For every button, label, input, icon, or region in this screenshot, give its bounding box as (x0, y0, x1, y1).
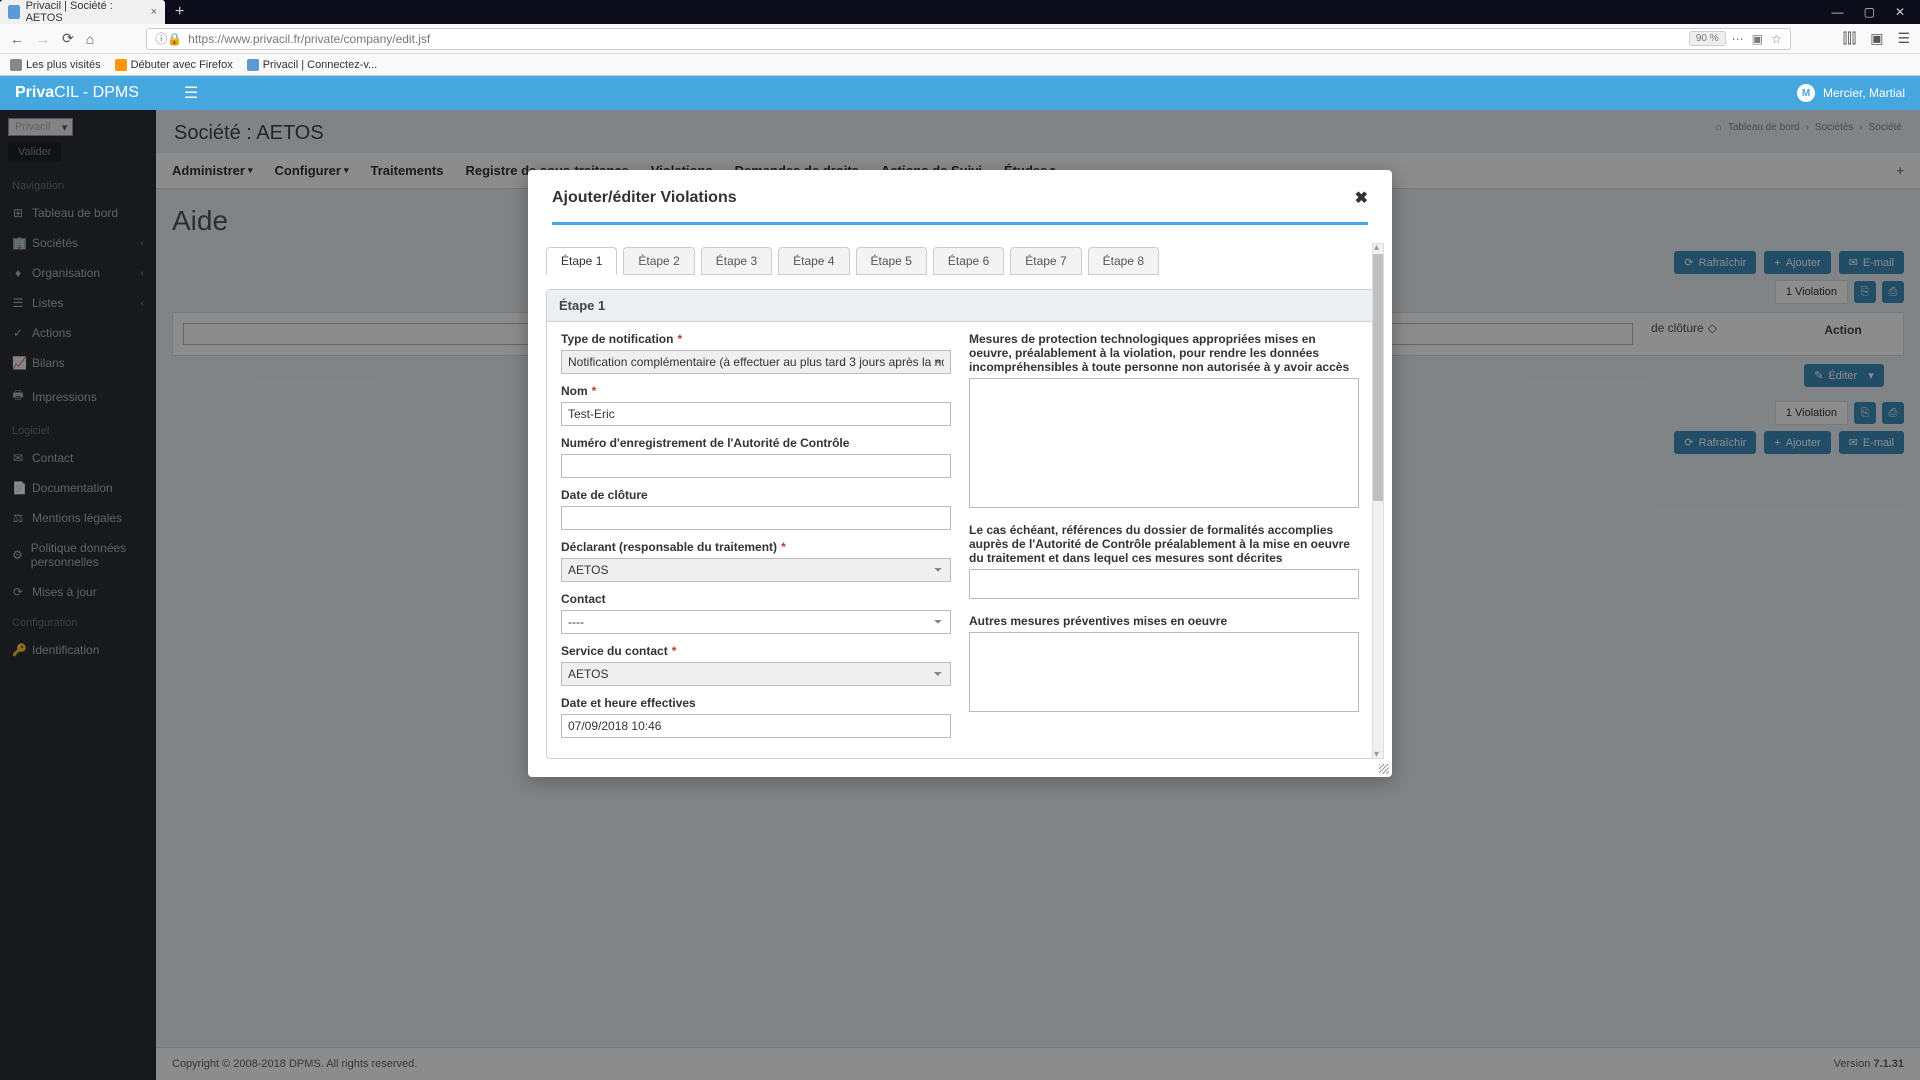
step-tab-3[interactable]: Étape 3 (701, 247, 772, 275)
contact-label: Contact (561, 592, 951, 606)
avatar: M (1797, 84, 1815, 102)
window-controls: — ▢ ✕ (1832, 5, 1920, 19)
datetime-label: Date et heure effectives (561, 696, 951, 710)
url-text: https://www.privacil.fr/private/company/… (188, 32, 430, 46)
step-tab-5[interactable]: Étape 5 (856, 247, 927, 275)
bookmarks-bar: Les plus visités Débuter avec Firefox Pr… (0, 54, 1920, 76)
app-header: PrivaCIL - DPMS ☰ M Mercier, Martial (0, 76, 1920, 110)
minimize-icon[interactable]: — (1832, 5, 1844, 19)
step-tab-4[interactable]: Étape 4 (778, 247, 849, 275)
datetime-input[interactable] (561, 714, 951, 738)
declarant-label: Déclarant (responsable du traitement)* (561, 540, 951, 554)
references-textarea[interactable] (969, 569, 1359, 599)
bookmark-icon (115, 59, 127, 71)
step-tab-1[interactable]: Étape 1 (546, 247, 617, 275)
tab-close-icon[interactable]: × (151, 6, 157, 18)
contact-select[interactable]: ---- (561, 610, 951, 634)
bookmark-firefox-start[interactable]: Débuter avec Firefox (115, 59, 233, 71)
autres-label: Autres mesures préventives mises en oeuv… (969, 614, 1359, 628)
sidebar-toggle-icon[interactable]: ☰ (184, 83, 198, 103)
mesures-textarea[interactable] (969, 378, 1359, 508)
date-cloture-label: Date de clôture (561, 488, 951, 502)
star-icon[interactable]: ☆ (1771, 32, 1782, 46)
forward-icon[interactable]: → (36, 31, 50, 47)
references-label: Le cas échéant, références du dossier de… (969, 523, 1359, 565)
autres-textarea[interactable] (969, 632, 1359, 712)
sidebar-toggle-icon[interactable]: ▣ (1870, 30, 1883, 47)
step-tab-8[interactable]: Étape 8 (1088, 247, 1159, 275)
scroll-up-icon[interactable]: ▴ (1374, 242, 1379, 253)
numero-input[interactable] (561, 454, 951, 478)
scroll-down-icon[interactable]: ▾ (1374, 749, 1379, 760)
browser-tab-bar: Privacil | Société : AETOS × + — ▢ ✕ (0, 0, 1920, 24)
violations-modal: Ajouter/éditer Violations ✖ ▴ ▾ Étape 1 … (528, 170, 1392, 777)
step1-panel: Étape 1 Type de notification* Notificati… (546, 289, 1374, 759)
library-icon[interactable]: ⫿⫿⫿ (1843, 30, 1856, 47)
reload-icon[interactable]: ⟳ (62, 30, 74, 47)
url-bar[interactable]: ⓘ 🔒 https://www.privacil.fr/private/comp… (146, 28, 1791, 50)
panel-title: Étape 1 (547, 290, 1373, 322)
service-select[interactable]: AETOS (561, 662, 951, 686)
bookmark-most-visited[interactable]: Les plus visités (10, 59, 101, 71)
date-cloture-input[interactable] (561, 506, 951, 530)
step-tab-6[interactable]: Étape 6 (933, 247, 1004, 275)
type-label: Type de notification* (561, 332, 951, 346)
back-icon[interactable]: ← (10, 31, 24, 47)
type-select[interactable]: Notification complémentaire (à effectuer… (561, 350, 951, 374)
user-name: Mercier, Martial (1823, 86, 1905, 100)
declarant-select[interactable]: AETOS (561, 558, 951, 582)
modal-title: Ajouter/éditer Violations (552, 189, 737, 207)
step-tab-7[interactable]: Étape 7 (1010, 247, 1081, 275)
service-label: Service du contact* (561, 644, 951, 658)
step-tab-2[interactable]: Étape 2 (623, 247, 694, 275)
info-icon: ⓘ (155, 30, 167, 47)
bookmark-icon (247, 59, 259, 71)
reader-icon[interactable]: ▣ (1752, 32, 1763, 46)
user-menu[interactable]: M Mercier, Martial (1797, 84, 1905, 102)
zoom-badge[interactable]: 90 % (1689, 31, 1726, 46)
modal-overlay: Ajouter/éditer Violations ✖ ▴ ▾ Étape 1 … (0, 110, 1920, 1080)
menu-icon[interactable]: ☰ (1897, 30, 1910, 47)
more-icon[interactable]: ⋯ (1732, 32, 1744, 46)
tab-title: Privacil | Société : AETOS (26, 0, 131, 24)
browser-nav-bar: ← → ⟳ ⌂ ⓘ 🔒 https://www.privacil.fr/priv… (0, 24, 1920, 54)
bookmark-icon (10, 59, 22, 71)
modal-close-button[interactable]: ✖ (1355, 188, 1368, 208)
maximize-icon[interactable]: ▢ (1864, 5, 1875, 19)
tab-favicon (8, 5, 20, 19)
lock-icon: 🔒 (167, 32, 182, 46)
step-tabs: Étape 1 Étape 2 Étape 3 Étape 4 Étape 5 … (546, 247, 1374, 275)
brand: PrivaCIL - DPMS (15, 84, 139, 102)
scroll-thumb[interactable] (1373, 254, 1383, 501)
nom-label: Nom* (561, 384, 951, 398)
bookmark-privacil[interactable]: Privacil | Connectez-v... (247, 59, 378, 71)
mesures-label: Mesures de protection technologiques app… (969, 332, 1359, 374)
resize-handle[interactable] (1379, 764, 1389, 774)
nom-input[interactable] (561, 402, 951, 426)
numero-label: Numéro d'enregistrement de l'Autorité de… (561, 436, 951, 450)
home-icon[interactable]: ⌂ (86, 31, 94, 47)
close-icon[interactable]: ✕ (1895, 5, 1905, 19)
browser-tab[interactable]: Privacil | Société : AETOS × (0, 0, 165, 24)
scrollbar[interactable]: ▴ ▾ (1372, 243, 1384, 759)
new-tab-button[interactable]: + (175, 3, 184, 21)
